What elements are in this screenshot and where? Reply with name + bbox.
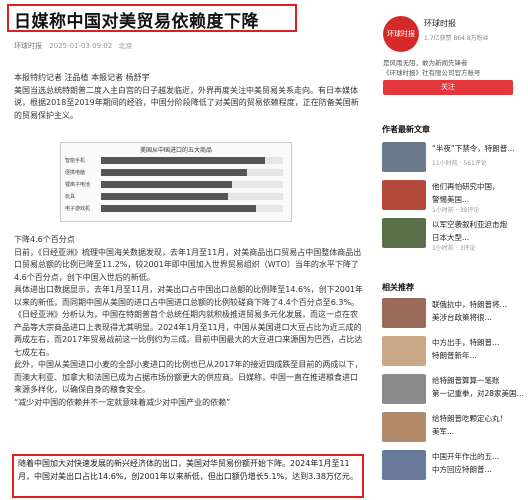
related-section-title: 相关推荐	[382, 283, 414, 292]
article-paragraph: 此外，中国从美国进口小麦的全部小麦进口的比例也已从2017年的接近四成跌至目前的…	[14, 360, 363, 394]
article-subheading: “减少对中国的依赖并不一定就意味着减少对中国产业的依赖”	[14, 397, 231, 407]
sidebar-article-subtitle[interactable]: 美涉台政策将很…	[432, 312, 528, 323]
figure-row-bar	[101, 205, 256, 212]
sidebar-article-title[interactable]: 联俄抗中，特朗普将…	[432, 299, 528, 310]
article-time: 1小时前	[432, 207, 454, 214]
article-comments: 561评论	[463, 160, 487, 167]
sidebar-article-subtitle[interactable]: 中方回应特朗普…	[432, 464, 528, 475]
account-likes: 1.7亿获赞	[424, 35, 452, 42]
article-location: 北京	[118, 42, 133, 50]
figure-row: 便携电脑	[65, 169, 289, 177]
figure-row: 锂离子电池	[65, 181, 289, 189]
article-thumbnail[interactable]	[382, 412, 426, 442]
sidebar-article-meta: 11小时前 · 561评论	[432, 158, 528, 167]
sidebar-article-subtitle[interactable]: 日本大型...	[432, 232, 528, 243]
article-byline: 本报特约记者 汪品植 本报记者 杨舒宇	[14, 73, 150, 82]
article-thumbnail[interactable]	[382, 298, 426, 328]
article-figure: 美国从中国进口的五大商品 智能手机便携电脑锂离子电池玩具电子游戏机	[60, 142, 292, 222]
article-date: 2025-01-03 09:02	[49, 42, 113, 50]
figure-row-track	[101, 193, 283, 200]
article-thumbnail[interactable]	[382, 218, 426, 248]
figure-row-bar	[101, 169, 247, 176]
figure-row-label: 锂离子电池	[65, 182, 91, 188]
sidebar-article-title[interactable]: “半夜”下禁令，特朗普…	[432, 143, 528, 154]
account-avatar[interactable]: 环球时报	[383, 16, 419, 52]
figure-row: 玩具	[65, 193, 289, 201]
sidebar-article-title[interactable]: 他们再怕研究中国，	[432, 181, 528, 192]
sidebar-article-item[interactable]: “半夜”下禁令，特朗普… 11小时前 · 561评论	[382, 142, 528, 174]
figure-row-bar	[101, 193, 229, 200]
article-time: 11小时前	[432, 160, 458, 167]
highlighted-paragraph: 随着中国加大对快速发展的新兴经济体的出口，美国对华贸易份额开始下降。2024年1…	[18, 459, 358, 481]
figure-row-bar	[101, 157, 265, 164]
sidebar-article-title[interactable]: 给特朗普吃颗定心丸！	[432, 413, 528, 424]
article-thumbnail[interactable]	[382, 450, 426, 480]
sidebar-article-item[interactable]: 他们再怕研究中国， 警惕美国... 1小时前 · 39评论	[382, 180, 528, 214]
figure-row-track	[101, 157, 283, 164]
sidebar-article-title[interactable]: 中方出手，特朗普…	[432, 337, 528, 348]
sidebar-article-item[interactable]: 以军空袭叙利亚迫击炮 日本大型... 1小时前 · 3评论	[382, 218, 528, 252]
figure-row-label: 智能手机	[65, 158, 86, 164]
sidebar-article-item[interactable]: 中方出手，特朗普… 特朗普新年…	[382, 336, 528, 368]
figure-title: 美国从中国进口的五大商品	[139, 147, 212, 154]
sidebar-article-title[interactable]: 中国开年作出的五…	[432, 451, 528, 462]
sidebar-article-item[interactable]: 中国开年作出的五… 中方回应特朗普…	[382, 450, 528, 482]
figure-row-bar	[101, 181, 233, 188]
figure-row-track	[101, 169, 283, 176]
latest-section-title: 作者最新文章	[382, 125, 430, 134]
sidebar-article-subtitle[interactable]: 特朗普新年…	[432, 350, 528, 361]
section-heading: 下降4.6个百分点	[14, 235, 75, 244]
article-intro: 本报特约记者 汪品植 本报记者 杨舒宇 美国当选总统特朗普二度入主白宫的日子越发…	[14, 72, 364, 122]
figure-row-label: 便携电脑	[65, 170, 86, 176]
account-fans: 864.8万粉丝	[453, 35, 489, 42]
article-comments: 39评论	[459, 207, 480, 214]
figure-row: 电子游戏机	[65, 205, 289, 213]
article-paragraph: 日前，《日经亚洲》梳理中国海关数据发现，去年1月至11月，对美商品出口贸易占中国…	[14, 247, 362, 282]
article-thumbnail[interactable]	[382, 142, 426, 172]
follow-button[interactable]: 关注	[383, 80, 513, 95]
article-paragraph: 美国当选总统特朗普二度入主白宫的日子越发临近，外界再度关注中美贸易关系走向。有日…	[14, 85, 359, 120]
article-paragraph: 《日经亚洲》分析认为，中国在特朗普首个总统任期内就积极推进贸易多元化发展，而这一…	[14, 310, 363, 357]
article-thumbnail[interactable]	[382, 180, 426, 210]
account-name[interactable]: 环球时报	[424, 18, 456, 29]
article-headline: 日媒称中国对美贸易依赖度下降	[14, 12, 259, 32]
sidebar-article-meta: 1小时前 · 39评论	[432, 205, 528, 214]
article-comments: 3评论	[459, 245, 476, 252]
account-desc-line: 《环球时报》社有限公司官方账号	[383, 69, 481, 77]
figure-row-track	[101, 205, 283, 212]
figure-row: 智能手机	[65, 157, 289, 165]
sidebar-article-subtitle[interactable]: 美军...	[432, 426, 528, 437]
sidebar-article-title[interactable]: 给特朗普算算一笔账	[432, 375, 528, 386]
sidebar-article-item[interactable]: 给特朗普算算一笔账 第一记重拳，对28家美国…	[382, 374, 528, 406]
article-thumbnail[interactable]	[382, 336, 426, 366]
article-time: 1小时前	[432, 245, 454, 252]
account-desc-line: 是风雨无阻，敢为新闻先锋者	[383, 59, 468, 67]
article-paragraph: 具体进出口数据显示，去年1月至11月，对美出口占中国出口总额的比例降至14.6%…	[14, 285, 364, 307]
figure-row-label: 电子游戏机	[65, 206, 91, 212]
sidebar-article-subtitle[interactable]: 警惕美国...	[432, 194, 528, 205]
sidebar-article-item[interactable]: 联俄抗中，特朗普将… 美涉台政策将很…	[382, 298, 528, 330]
sidebar-article-meta: 1小时前 · 3评论	[432, 243, 528, 252]
account-stats: 1.7亿获赞 864.8万粉丝	[424, 33, 489, 42]
sidebar-article-subtitle[interactable]: 第一记重拳，对28家美国…	[432, 388, 528, 399]
sidebar-article-title[interactable]: 以军空袭叙利亚迫击炮	[432, 219, 528, 230]
article-body: 下降4.6个百分点 日前，《日经亚洲》梳理中国海关数据发现，去年1月至11月，对…	[14, 234, 364, 409]
figure-row-track	[101, 181, 283, 188]
sidebar-article-item[interactable]: 给特朗普吃颗定心丸！ 美军...	[382, 412, 528, 444]
account-description: 是风雨无阻，敢为新闻先锋者 《环球时报》社有限公司官方账号	[383, 58, 513, 78]
article-source[interactable]: 环球时报	[14, 42, 42, 50]
article-thumbnail[interactable]	[382, 374, 426, 404]
article-meta: 环球时报 2025-01-03 09:02 北京	[14, 41, 137, 51]
figure-row-label: 玩具	[65, 194, 76, 200]
